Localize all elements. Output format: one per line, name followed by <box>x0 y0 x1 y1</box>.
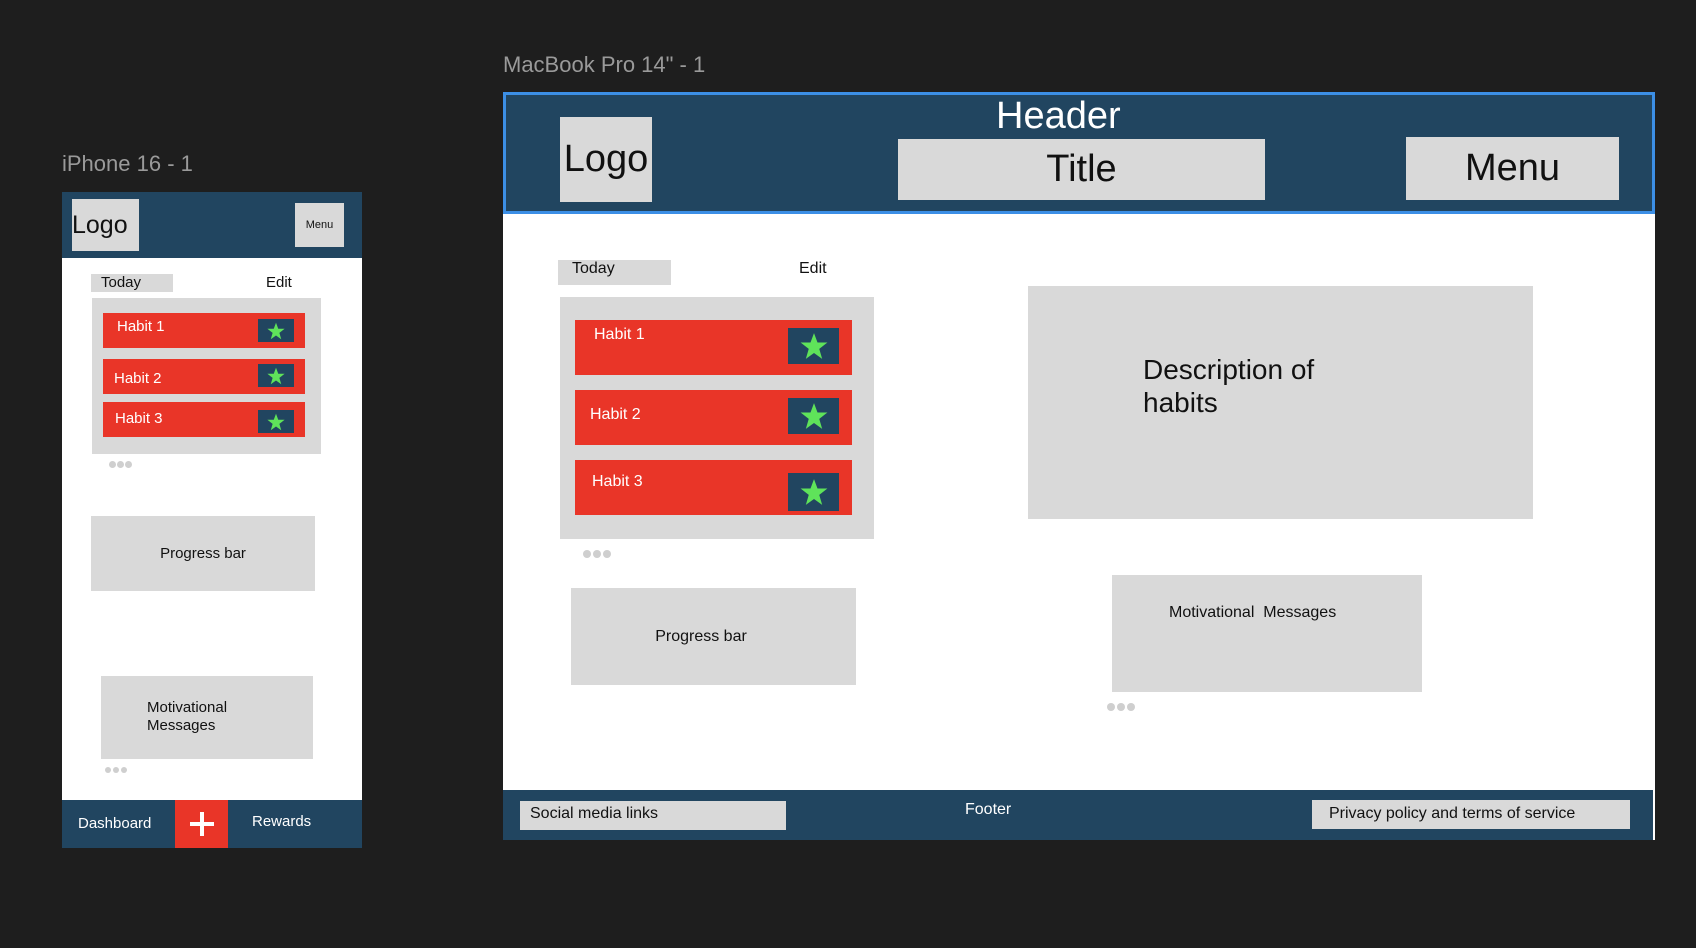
iphone-motivational-line2: Messages <box>147 717 216 734</box>
iphone-progress-bar: Progress bar <box>91 516 315 591</box>
macbook-header: Header Logo Title Menu <box>503 92 1655 214</box>
macbook-edit-link[interactable]: Edit <box>799 260 827 278</box>
iphone-habit-list: Habit 1 Habit 2 Habit 3 <box>92 298 321 454</box>
privacy-policy-link[interactable]: Privacy policy and terms of service <box>1312 800 1630 829</box>
iphone-habit-item[interactable]: Habit 2 <box>103 359 305 394</box>
iphone-logo[interactable]: Logo <box>72 199 139 251</box>
macbook-description-line2: habits <box>1143 387 1218 418</box>
footer-label: Footer <box>965 801 1012 818</box>
iphone-frame: Logo Menu Today Edit Habit 1 Habit 2 Hab… <box>62 192 362 848</box>
plus-icon <box>189 812 214 836</box>
macbook-menu-text: Menu <box>1464 147 1561 189</box>
macbook-frame-label[interactable]: MacBook Pro 14" - 1 <box>503 52 705 78</box>
iphone-menu-button[interactable]: Menu <box>295 203 344 247</box>
macbook-description-box: Description of habits <box>1028 286 1533 519</box>
iphone-bottom-nav: Dashboard Rewards <box>62 800 362 848</box>
macbook-habit-item[interactable]: Habit 3 <box>575 460 852 515</box>
iphone-habit-item[interactable]: Habit 1 <box>103 313 305 348</box>
star-icon[interactable] <box>788 398 839 434</box>
iphone-edit-link[interactable]: Edit <box>266 274 292 291</box>
iphone-habits-more-dots[interactable] <box>109 460 139 470</box>
macbook-habit-label: Habit 2 <box>590 406 641 423</box>
macbook-motivational-messages: Motivational Messages <box>1112 575 1422 692</box>
macbook-habits-more-dots[interactable] <box>583 550 617 560</box>
macbook-habit-item[interactable]: Habit 2 <box>575 390 852 445</box>
iphone-progress-bar-text: Progress bar <box>160 545 246 562</box>
iphone-habit-item[interactable]: Habit 3 <box>103 402 305 437</box>
nav-rewards[interactable]: Rewards <box>252 813 311 830</box>
iphone-logo-text: Logo <box>72 210 128 239</box>
iphone-today-text: Today <box>101 274 142 291</box>
macbook-footer: Social media links Footer Privacy policy… <box>503 790 1653 840</box>
iphone-habit-label: Habit 3 <box>115 410 163 427</box>
macbook-habit-list: Habit 1 Habit 2 Habit 3 <box>560 297 874 539</box>
macbook-habit-label: Habit 3 <box>592 473 643 490</box>
iphone-motivational-messages: Motivational Messages <box>101 676 313 759</box>
macbook-today-tab[interactable]: Today <box>558 260 671 285</box>
nav-dashboard[interactable]: Dashboard <box>78 815 151 832</box>
iphone-motivational-line1: Motivational <box>147 699 228 716</box>
iphone-frame-label[interactable]: iPhone 16 - 1 <box>62 151 193 177</box>
macbook-habit-item[interactable]: Habit 1 <box>575 320 852 375</box>
add-habit-button[interactable] <box>175 800 228 848</box>
iphone-messages-more-dots[interactable] <box>105 766 135 776</box>
macbook-logo[interactable]: Logo <box>560 117 652 202</box>
privacy-policy-text: Privacy policy and terms of service <box>1329 805 1576 822</box>
social-media-links-text: Social media links <box>530 805 659 822</box>
macbook-habit-label: Habit 1 <box>594 326 645 343</box>
macbook-header-label: Header <box>996 95 1121 137</box>
macbook-description-line1: Description of <box>1143 354 1315 385</box>
macbook-motivational-text: Motivational Messages <box>1169 604 1337 621</box>
macbook-messages-more-dots[interactable] <box>1107 703 1141 713</box>
macbook-title-text: Title <box>1046 148 1117 190</box>
macbook-logo-text: Logo <box>563 138 649 180</box>
social-media-links[interactable]: Social media links <box>520 801 786 830</box>
macbook-today-text: Today <box>572 260 615 277</box>
star-icon[interactable] <box>258 410 294 433</box>
macbook-progress-bar: Progress bar <box>571 588 856 685</box>
star-icon[interactable] <box>788 328 839 364</box>
macbook-title: Title <box>898 139 1265 200</box>
iphone-habit-label: Habit 2 <box>114 370 162 387</box>
macbook-menu-button[interactable]: Menu <box>1406 137 1619 200</box>
star-icon[interactable] <box>258 319 294 342</box>
iphone-header: Logo Menu <box>62 192 362 258</box>
iphone-menu-text: Menu <box>305 219 334 231</box>
macbook-frame: Header Logo Title Menu Today Edit Habit … <box>503 92 1655 840</box>
star-icon[interactable] <box>788 473 839 511</box>
iphone-habit-label: Habit 1 <box>117 318 165 335</box>
iphone-today-tab[interactable]: Today <box>91 274 173 292</box>
star-icon[interactable] <box>258 364 294 387</box>
macbook-progress-bar-text: Progress bar <box>655 627 747 645</box>
